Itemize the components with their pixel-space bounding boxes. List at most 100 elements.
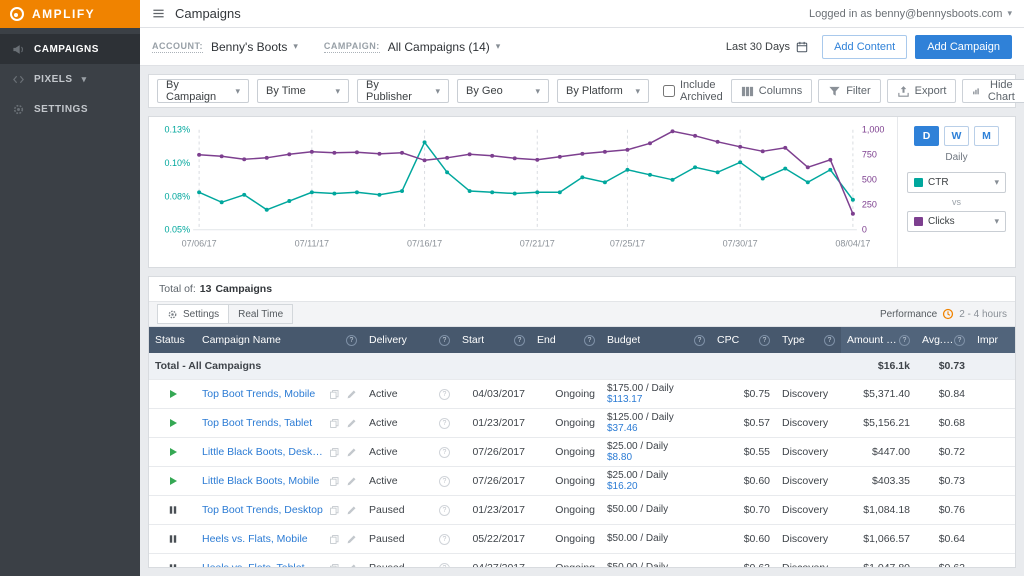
sidebar-item-pixels[interactable]: PIXELS▾ bbox=[0, 64, 140, 94]
delivery-value: Paused bbox=[369, 562, 405, 567]
budget-cell: $50.00 / Daily bbox=[601, 533, 711, 545]
column-header-avg-cpc[interactable]: Avg. CPC? bbox=[916, 327, 971, 353]
filter-button[interactable]: Filter bbox=[818, 79, 880, 103]
info-icon[interactable]: ? bbox=[824, 335, 835, 346]
duplicate-icon[interactable] bbox=[329, 534, 340, 545]
edit-icon[interactable] bbox=[346, 418, 357, 429]
campaign-row: Top Boot Trends, MobileActive?04/03/2017… bbox=[149, 380, 1015, 409]
add-campaign-button[interactable]: Add Campaign bbox=[915, 35, 1012, 59]
cell-cpc: $0.75 bbox=[711, 388, 776, 400]
granularity-d-button[interactable]: D bbox=[914, 126, 939, 146]
campaign-name-link[interactable]: Heels vs. Flats, Mobile bbox=[202, 533, 323, 545]
campaign-selector[interactable]: CAMPAIGN: All Campaigns (14) ▾ bbox=[324, 40, 500, 54]
column-header-type[interactable]: Type? bbox=[776, 327, 841, 353]
info-icon[interactable]: ? bbox=[954, 335, 965, 346]
duplicate-icon[interactable] bbox=[329, 563, 340, 568]
duplicate-icon[interactable] bbox=[329, 476, 340, 487]
play-icon[interactable] bbox=[168, 418, 178, 428]
campaign-name-link[interactable]: Little Black Boots, Mobile bbox=[202, 475, 323, 487]
campaign-name-link[interactable]: Little Black Boots, Desktop bbox=[202, 446, 323, 458]
edit-icon[interactable] bbox=[346, 447, 357, 458]
campaign-name-cell: Heels vs. Flats, Mobile bbox=[196, 533, 363, 545]
logged-in-menu[interactable]: Logged in as benny@bennysboots.com ▾ bbox=[809, 8, 1012, 20]
granularity-caption: Daily bbox=[907, 152, 1006, 163]
info-icon[interactable]: ? bbox=[439, 563, 450, 568]
edit-icon[interactable] bbox=[346, 534, 357, 545]
info-icon[interactable]: ? bbox=[439, 534, 450, 545]
column-header-campaign-name[interactable]: Campaign Name? bbox=[196, 327, 363, 353]
cell-type: Discovery bbox=[776, 504, 841, 516]
play-icon[interactable] bbox=[168, 476, 178, 486]
filter-dropdown-by-publisher[interactable]: By Publisher▾ bbox=[357, 79, 449, 103]
gear-icon bbox=[167, 309, 178, 320]
filter-dropdown-by-time[interactable]: By Time▾ bbox=[257, 79, 349, 103]
pause-icon[interactable] bbox=[168, 563, 178, 567]
campaign-name-link[interactable]: Top Boot Trends, Tablet bbox=[202, 417, 323, 429]
budget-cell: $50.00 / Daily bbox=[601, 562, 711, 567]
account-toolbar: ACCOUNT: Benny's Boots ▾ CAMPAIGN: All C… bbox=[140, 28, 1024, 66]
column-header-status[interactable]: Status bbox=[149, 327, 196, 353]
edit-icon[interactable] bbox=[346, 389, 357, 400]
info-icon[interactable]: ? bbox=[439, 335, 450, 346]
add-content-button[interactable]: Add Content bbox=[822, 35, 907, 59]
info-icon[interactable]: ? bbox=[439, 389, 450, 400]
chevron-down-icon: ▾ bbox=[1007, 8, 1012, 19]
pause-icon[interactable] bbox=[168, 534, 178, 544]
export-button[interactable]: Export bbox=[887, 79, 957, 103]
info-icon[interactable]: ? bbox=[514, 335, 525, 346]
info-icon[interactable]: ? bbox=[759, 335, 770, 346]
column-header-budget[interactable]: Budget? bbox=[601, 327, 711, 353]
status-cell bbox=[149, 505, 196, 515]
column-header-amount-spent[interactable]: Amount Spent? bbox=[841, 327, 916, 353]
filter-dropdown-by-platform[interactable]: By Platform▾ bbox=[557, 79, 649, 103]
tab-real-time[interactable]: Real Time bbox=[229, 304, 293, 324]
date-range-picker[interactable]: Last 30 Days bbox=[726, 41, 808, 53]
delivery-cell: Paused? bbox=[363, 504, 456, 516]
play-icon[interactable] bbox=[168, 389, 178, 399]
budget-value: $50.00 / Daily bbox=[607, 504, 668, 516]
info-icon[interactable]: ? bbox=[439, 476, 450, 487]
duplicate-icon[interactable] bbox=[329, 447, 340, 458]
info-icon[interactable]: ? bbox=[439, 447, 450, 458]
campaign-name-link[interactable]: Top Boot Trends, Mobile bbox=[202, 388, 323, 400]
hide-chart-button[interactable]: Hide Chart bbox=[962, 79, 1024, 103]
filter-dropdown-by-campaign[interactable]: By Campaign▾ bbox=[157, 79, 249, 103]
duplicate-icon[interactable] bbox=[329, 505, 340, 516]
duplicate-icon[interactable] bbox=[329, 418, 340, 429]
edit-icon[interactable] bbox=[346, 476, 357, 487]
edit-icon[interactable] bbox=[346, 505, 357, 516]
column-header-impr[interactable]: Impr bbox=[971, 327, 1016, 353]
info-icon[interactable]: ? bbox=[346, 335, 357, 346]
granularity-w-button[interactable]: W bbox=[944, 126, 969, 146]
svg-text:0.05%: 0.05% bbox=[165, 225, 191, 235]
duplicate-icon[interactable] bbox=[329, 389, 340, 400]
info-icon[interactable]: ? bbox=[899, 335, 910, 346]
play-icon[interactable] bbox=[168, 447, 178, 457]
hamburger-menu-icon[interactable] bbox=[152, 7, 165, 20]
granularity-m-button[interactable]: M bbox=[974, 126, 999, 146]
metric1-select[interactable]: CTR ▾ bbox=[907, 172, 1006, 193]
pause-icon[interactable] bbox=[168, 505, 178, 515]
sidebar-item-campaigns[interactable]: CAMPAIGNS bbox=[0, 34, 140, 64]
sidebar-item-settings[interactable]: SETTINGS bbox=[0, 94, 140, 124]
include-archived-input[interactable] bbox=[663, 85, 675, 97]
info-icon[interactable]: ? bbox=[439, 505, 450, 516]
column-header-start[interactable]: Start? bbox=[456, 327, 531, 353]
account-selector[interactable]: ACCOUNT: Benny's Boots ▾ bbox=[152, 40, 298, 54]
chevron-down-icon: ▾ bbox=[235, 86, 240, 97]
campaign-name-link[interactable]: Top Boot Trends, Desktop bbox=[202, 504, 323, 516]
info-icon[interactable]: ? bbox=[439, 418, 450, 429]
metric2-select[interactable]: Clicks ▾ bbox=[907, 211, 1006, 232]
tab-settings[interactable]: Settings bbox=[157, 304, 229, 324]
campaign-name-link[interactable]: Heels vs. Flats, Tablet bbox=[202, 562, 323, 567]
column-header-cpc[interactable]: CPC? bbox=[711, 327, 776, 353]
include-archived-checkbox[interactable]: Include Archived bbox=[663, 79, 723, 103]
column-header-delivery[interactable]: Delivery? bbox=[363, 327, 456, 353]
filter-dropdown-by-geo[interactable]: By Geo▾ bbox=[457, 79, 549, 103]
info-icon[interactable]: ? bbox=[584, 335, 595, 346]
edit-icon[interactable] bbox=[346, 563, 357, 568]
info-icon[interactable]: ? bbox=[694, 335, 705, 346]
campaign-name-cell: Top Boot Trends, Tablet bbox=[196, 417, 363, 429]
columns-button[interactable]: Columns bbox=[731, 79, 812, 103]
column-header-end[interactable]: End? bbox=[531, 327, 601, 353]
